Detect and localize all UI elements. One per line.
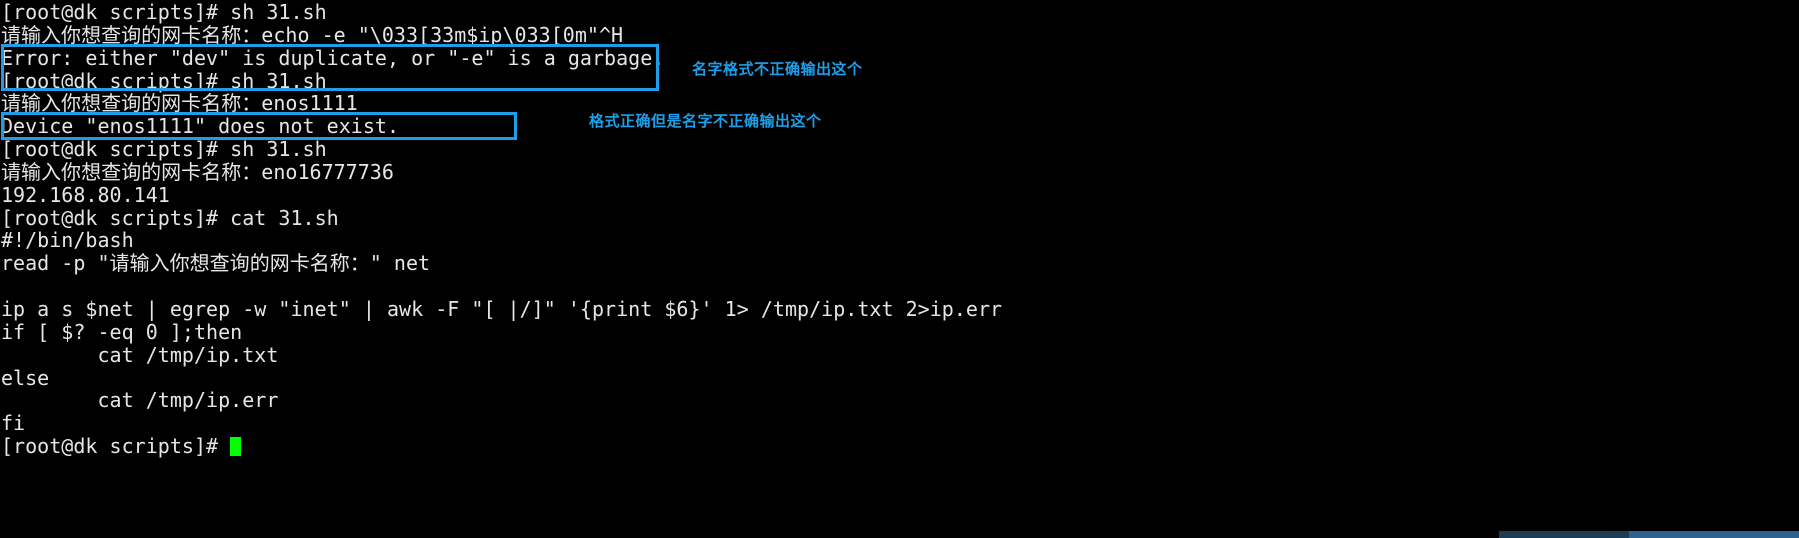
- terminal-prompt-line[interactable]: [root@dk scripts]#: [1, 435, 1799, 458]
- terminal-line: Device "enos1111" does not exist.: [1, 114, 400, 139]
- scroll-thumb[interactable]: [1629, 531, 1799, 538]
- terminal-line: cat /tmp/ip.err: [1, 388, 279, 413]
- shell-prompt: [root@dk scripts]#: [1, 434, 231, 459]
- annotation-label-name-wrong: 格式正确但是名字不正确输出这个: [589, 112, 822, 130]
- terminal-line: Error: either "dev" is duplicate, or "-e…: [1, 45, 665, 70]
- terminal-line: ip a s $net | egrep -w "inet" | awk -F "…: [1, 296, 1003, 321]
- terminal-line: 请输入你想查询的网卡名称：eno16777736: [1, 159, 394, 184]
- terminal-line: cat /tmp/ip.txt: [1, 342, 279, 367]
- terminal-line: [root@dk scripts]# cat 31.sh: [1, 205, 339, 230]
- terminal-line: 192.168.80.141: [1, 182, 170, 207]
- terminal-line: [root@dk scripts]# sh 31.sh: [1, 68, 327, 93]
- terminal-line: 请输入你想查询的网卡名称：echo -e "\033[33m$ip\033[0m…: [1, 22, 624, 47]
- terminal-line: #!/bin/bash: [1, 228, 134, 253]
- terminal-line: if [ $? -eq 0 ];then: [1, 319, 243, 344]
- terminal-output: [root@dk scripts]# sh 31.sh 请输入你想查询的网卡名称…: [0, 0, 1799, 458]
- text-cursor: [230, 437, 242, 457]
- terminal-line: fi: [1, 411, 26, 436]
- terminal-line: else: [1, 365, 50, 390]
- bottom-scroll-indicator[interactable]: [1499, 531, 1799, 538]
- annotation-label-name-format: 名字格式不正确输出这个: [692, 60, 863, 78]
- terminal-line: 请输入你想查询的网卡名称：enos1111: [1, 91, 358, 116]
- terminal-line: read -p "请输入你想查询的网卡名称：" net: [1, 251, 431, 276]
- terminal-window[interactable]: [root@dk scripts]# sh 31.sh 请输入你想查询的网卡名称…: [0, 0, 1799, 538]
- terminal-line: [root@dk scripts]# sh 31.sh: [1, 0, 327, 24]
- terminal-line: [root@dk scripts]# sh 31.sh: [1, 137, 327, 162]
